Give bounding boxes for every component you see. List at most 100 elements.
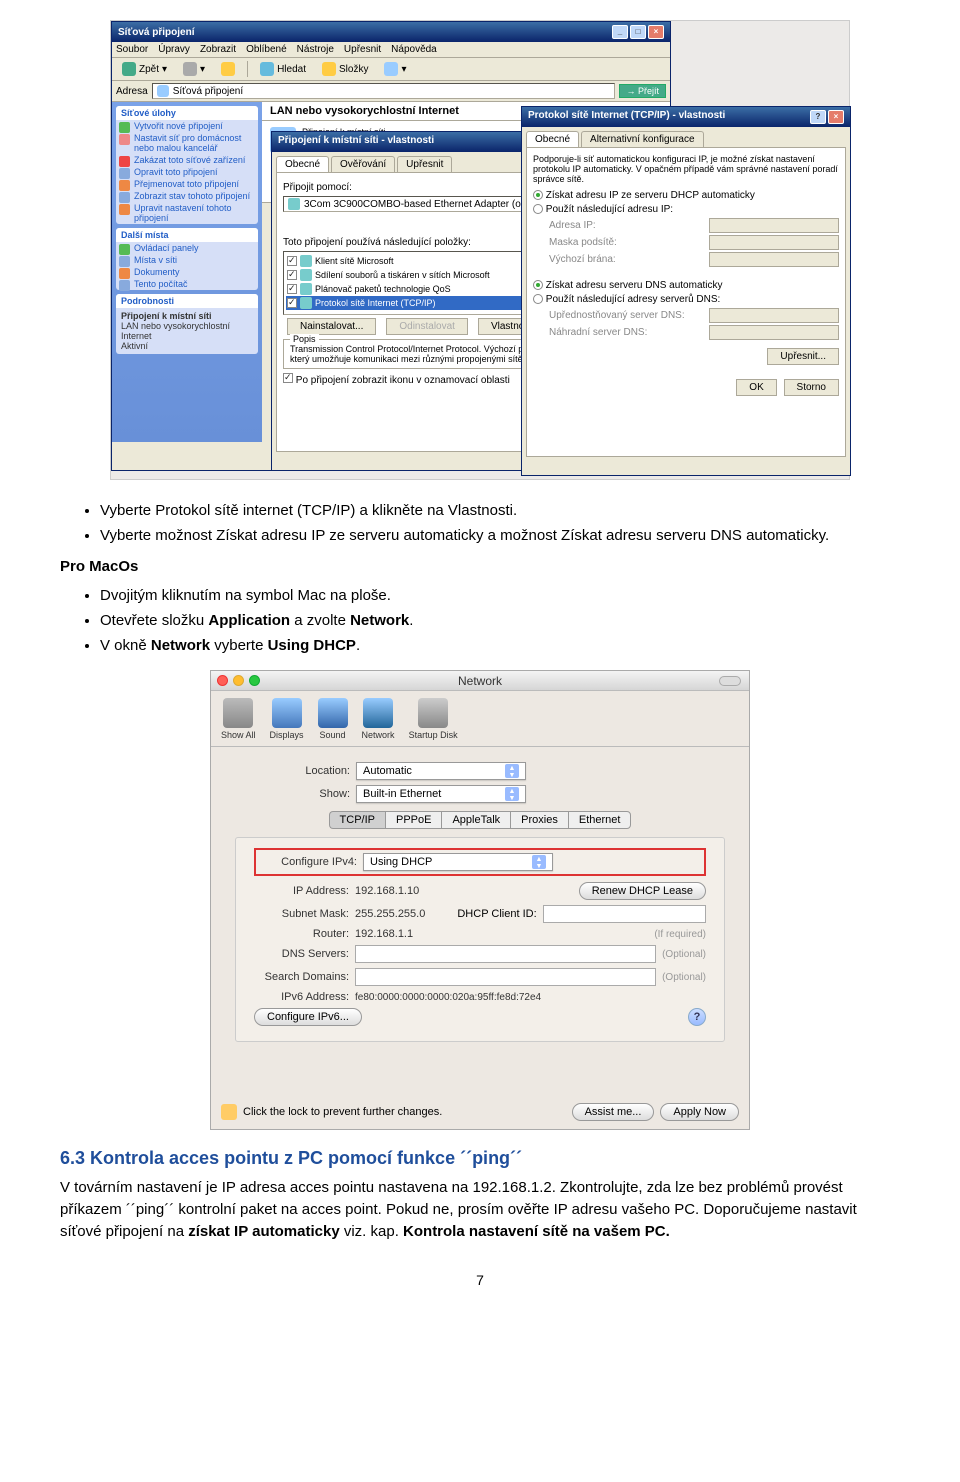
adapter-icon xyxy=(288,198,300,210)
tab-ip-alt[interactable]: Alternativní konfigurace xyxy=(581,131,704,147)
up-icon xyxy=(221,62,235,76)
task-status[interactable]: Zobrazit stav tohoto připojení xyxy=(116,190,258,202)
tab-appletalk[interactable]: AppleTalk xyxy=(441,811,510,829)
up-button[interactable] xyxy=(217,61,239,77)
value-subnet: 255.255.255.0 xyxy=(355,908,425,920)
label-clientid: DHCP Client ID: xyxy=(457,908,536,920)
assist-button[interactable]: Assist me... xyxy=(572,1103,655,1121)
lock-icon[interactable] xyxy=(221,1104,237,1120)
panel-head-other[interactable]: Další místa xyxy=(116,228,258,242)
tool-startup[interactable]: Startup Disk xyxy=(409,698,458,740)
back-icon xyxy=(122,62,136,76)
tcpip-desc: Podporuje-li síť automatickou konfigurac… xyxy=(533,154,839,184)
radio-static-ip[interactable] xyxy=(533,204,543,214)
tab-pppoe[interactable]: PPPoE xyxy=(385,811,441,829)
clientid-hint: (If required) xyxy=(654,929,706,940)
folders-button[interactable]: Složky xyxy=(318,61,372,77)
menu-favorites[interactable]: Oblíbené xyxy=(246,44,287,55)
menu-view[interactable]: Zobrazit xyxy=(200,44,236,55)
place-network[interactable]: Místa v síti xyxy=(116,254,258,266)
cancel-button-tcpip[interactable]: Storno xyxy=(784,379,839,396)
install-button[interactable]: Nainstalovat... xyxy=(287,318,376,335)
label-location: Location: xyxy=(235,765,350,777)
place-documents[interactable]: Dokumenty xyxy=(116,266,258,278)
menubar: Soubor Úpravy Zobrazit Oblíbené Nástroje… xyxy=(112,42,670,58)
adapter-name: 3Com 3C900COMBO-based Ethernet Adapter (… xyxy=(304,199,551,210)
panel-head-tasks[interactable]: Síťové úlohy xyxy=(116,106,258,120)
menu-help[interactable]: Nápověda xyxy=(391,44,437,55)
input-dns2 xyxy=(709,325,839,340)
input-dns[interactable] xyxy=(355,945,656,963)
task-disable[interactable]: Zakázat toto síťové zařízení xyxy=(116,154,258,166)
tab-tcpip-mac[interactable]: TCP/IP xyxy=(329,811,385,829)
tab-advanced[interactable]: Upřesnit xyxy=(397,156,452,172)
titlebar-main[interactable]: Síťová připojení _ □ × xyxy=(112,22,670,42)
lock-row: Click the lock to prevent further change… xyxy=(221,1103,739,1121)
menu-tools[interactable]: Nástroje xyxy=(297,44,334,55)
tab-proxies[interactable]: Proxies xyxy=(510,811,568,829)
tab-ethernet[interactable]: Ethernet xyxy=(568,811,632,829)
tool-displays[interactable]: Displays xyxy=(270,698,304,740)
address-input[interactable]: Síťová připojení xyxy=(152,83,616,99)
panel-head-details[interactable]: Podrobnosti xyxy=(116,294,258,308)
select-configure[interactable]: Using DHCP▲▼ xyxy=(363,853,553,871)
mac-minimize-button[interactable] xyxy=(233,675,244,686)
menu-edit[interactable]: Úpravy xyxy=(158,44,190,55)
select-location[interactable]: Automatic▲▼ xyxy=(356,762,526,780)
renew-button[interactable]: Renew DHCP Lease xyxy=(579,882,706,900)
advanced-button[interactable]: Upřesnit... xyxy=(767,348,839,365)
task-repair[interactable]: Opravit toto připojení xyxy=(116,166,258,178)
place-control-panel[interactable]: Ovládací panely xyxy=(116,242,258,254)
ok-button-tcpip[interactable]: OK xyxy=(736,379,776,396)
mac-titlebar[interactable]: Network xyxy=(211,671,749,691)
maximize-button[interactable]: □ xyxy=(630,25,646,39)
tool-showall[interactable]: Show All xyxy=(221,698,256,740)
radio-dhcp-auto[interactable] xyxy=(533,190,543,200)
views-button[interactable]: ▾ xyxy=(380,61,410,77)
check-sharing[interactable] xyxy=(287,270,297,280)
go-button[interactable]: → Přejít xyxy=(619,84,666,98)
forward-button[interactable]: ▾ xyxy=(179,61,209,77)
label-dns: DNS Servers: xyxy=(254,948,349,960)
menu-file[interactable]: Soubor xyxy=(116,44,148,55)
help-button-tcpip[interactable]: ? xyxy=(810,110,826,124)
titlebar-tcpip[interactable]: Protokol sítě Internet (TCP/IP) - vlastn… xyxy=(522,107,850,127)
task-settings[interactable]: Upravit nastavení tohoto připojení xyxy=(116,202,258,224)
back-button[interactable]: Zpět ▾ xyxy=(118,61,171,77)
task-home-network[interactable]: Nastavit síť pro domácnost nebo malou ka… xyxy=(116,132,258,154)
apply-button[interactable]: Apply Now xyxy=(660,1103,739,1121)
tab-general[interactable]: Obecné xyxy=(276,156,329,172)
help-icon[interactable]: ? xyxy=(688,1008,706,1026)
tool-network[interactable]: Network xyxy=(362,698,395,740)
place-computer[interactable]: Tento počítač xyxy=(116,278,258,290)
address-label: Adresa xyxy=(116,86,148,97)
check-tcpip[interactable] xyxy=(287,298,297,308)
check-client[interactable] xyxy=(287,256,297,266)
task-rename[interactable]: Přejmenovat toto připojení xyxy=(116,178,258,190)
search-button[interactable]: Hledat xyxy=(256,61,310,77)
mac-zoom-button[interactable] xyxy=(249,675,260,686)
mac-toolbar-toggle[interactable] xyxy=(719,676,741,686)
select-show[interactable]: Built-in Ethernet▲▼ xyxy=(356,785,526,803)
menu-advanced[interactable]: Upřesnit xyxy=(344,44,381,55)
minimize-button[interactable]: _ xyxy=(612,25,628,39)
close-button[interactable]: × xyxy=(648,25,664,39)
input-search[interactable] xyxy=(355,968,656,986)
tab-auth[interactable]: Ověřování xyxy=(331,156,395,172)
task-create[interactable]: Vytvořit nové připojení xyxy=(116,120,258,132)
mac-close-button[interactable] xyxy=(217,675,228,686)
check-show-icon[interactable] xyxy=(283,373,293,383)
panel-details: Podrobnosti Připojení k místní síti LAN … xyxy=(116,294,258,354)
tool-sound[interactable]: Sound xyxy=(318,698,348,740)
input-clientid[interactable] xyxy=(543,905,706,923)
toolbar: Zpět ▾ ▾ Hledat Složky ▾ xyxy=(112,58,670,81)
input-mask xyxy=(709,235,839,250)
close-button-tcpip[interactable]: × xyxy=(828,110,844,124)
uninstall-button[interactable]: Odinstalovat xyxy=(386,318,468,335)
configure-ipv6-button[interactable]: Configure IPv6... xyxy=(254,1008,362,1026)
check-qos[interactable] xyxy=(287,284,297,294)
radio-dns-auto[interactable] xyxy=(533,280,543,290)
panel-network-tasks: Síťové úlohy Vytvořit nové připojení Nas… xyxy=(116,106,258,224)
radio-dns-manual[interactable] xyxy=(533,294,543,304)
tab-ip-general[interactable]: Obecné xyxy=(526,131,579,147)
